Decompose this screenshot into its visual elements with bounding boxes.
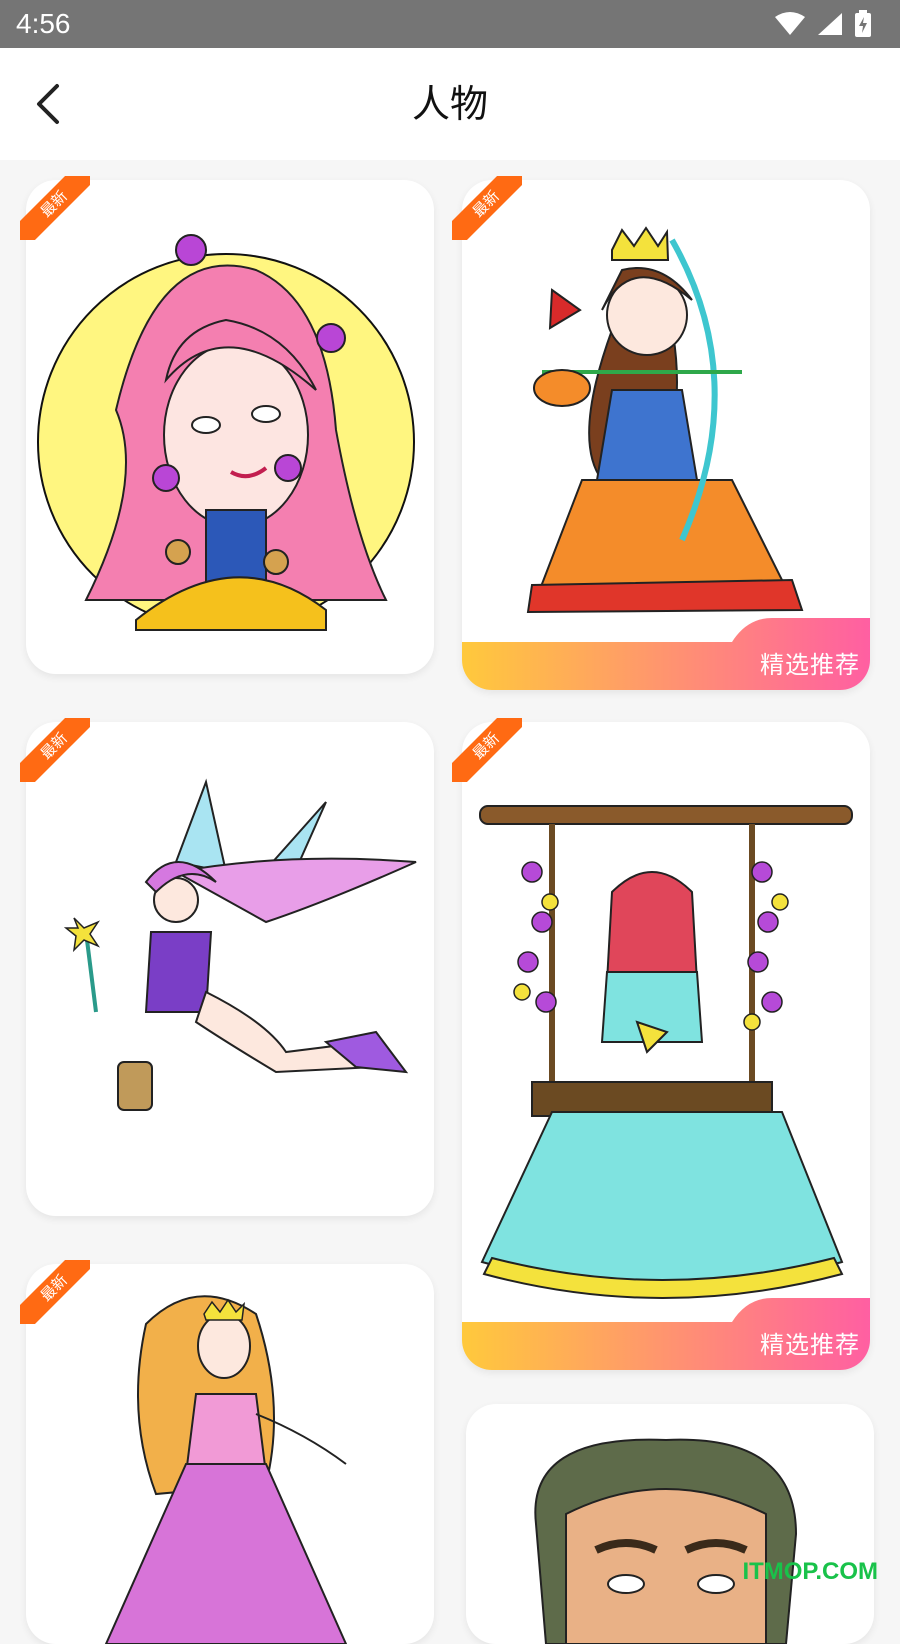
app-bar: 人物: [0, 48, 900, 160]
chevron-left-icon: [33, 82, 63, 126]
new-badge-label: 最新: [20, 1260, 90, 1324]
status-time: 4:56: [16, 8, 71, 40]
girl-on-swing-illustration: [462, 722, 870, 1370]
new-badge: 最新: [20, 1260, 90, 1324]
archer-princess-illustration: [462, 180, 870, 690]
wifi-icon: [774, 11, 806, 37]
new-badge-label: 最新: [452, 176, 522, 240]
status-icons: [774, 10, 872, 38]
man-portrait-illustration: [466, 1404, 874, 1644]
new-badge-label: 最新: [452, 718, 522, 782]
new-badge-label: 最新: [20, 718, 90, 782]
watermark: ITMOP.COM: [742, 1558, 878, 1586]
new-badge-label: 最新: [20, 176, 90, 240]
coloring-card-archer-princess[interactable]: 精选推荐: [462, 180, 870, 690]
status-bar: 4:56: [0, 0, 900, 48]
new-badge: 最新: [20, 176, 90, 240]
page-title: 人物: [0, 48, 900, 160]
pink-haired-girl-illustration: [26, 180, 434, 674]
coloring-card-fairy[interactable]: [26, 722, 434, 1216]
fairy-illustration: [26, 722, 434, 1216]
coloring-card-girl-on-swing[interactable]: 精选推荐: [462, 722, 870, 1370]
new-badge: 最新: [20, 718, 90, 782]
new-badge: 最新: [452, 718, 522, 782]
new-badge: 最新: [452, 176, 522, 240]
back-button[interactable]: [22, 78, 74, 130]
featured-label: 精选推荐: [760, 645, 860, 680]
battery-charging-icon: [854, 10, 872, 38]
featured-label: 精选推荐: [760, 1325, 860, 1360]
coloring-card-man-portrait[interactable]: [466, 1404, 874, 1644]
coloring-card-pink-haired-girl[interactable]: [26, 180, 434, 674]
signal-icon: [816, 11, 844, 37]
